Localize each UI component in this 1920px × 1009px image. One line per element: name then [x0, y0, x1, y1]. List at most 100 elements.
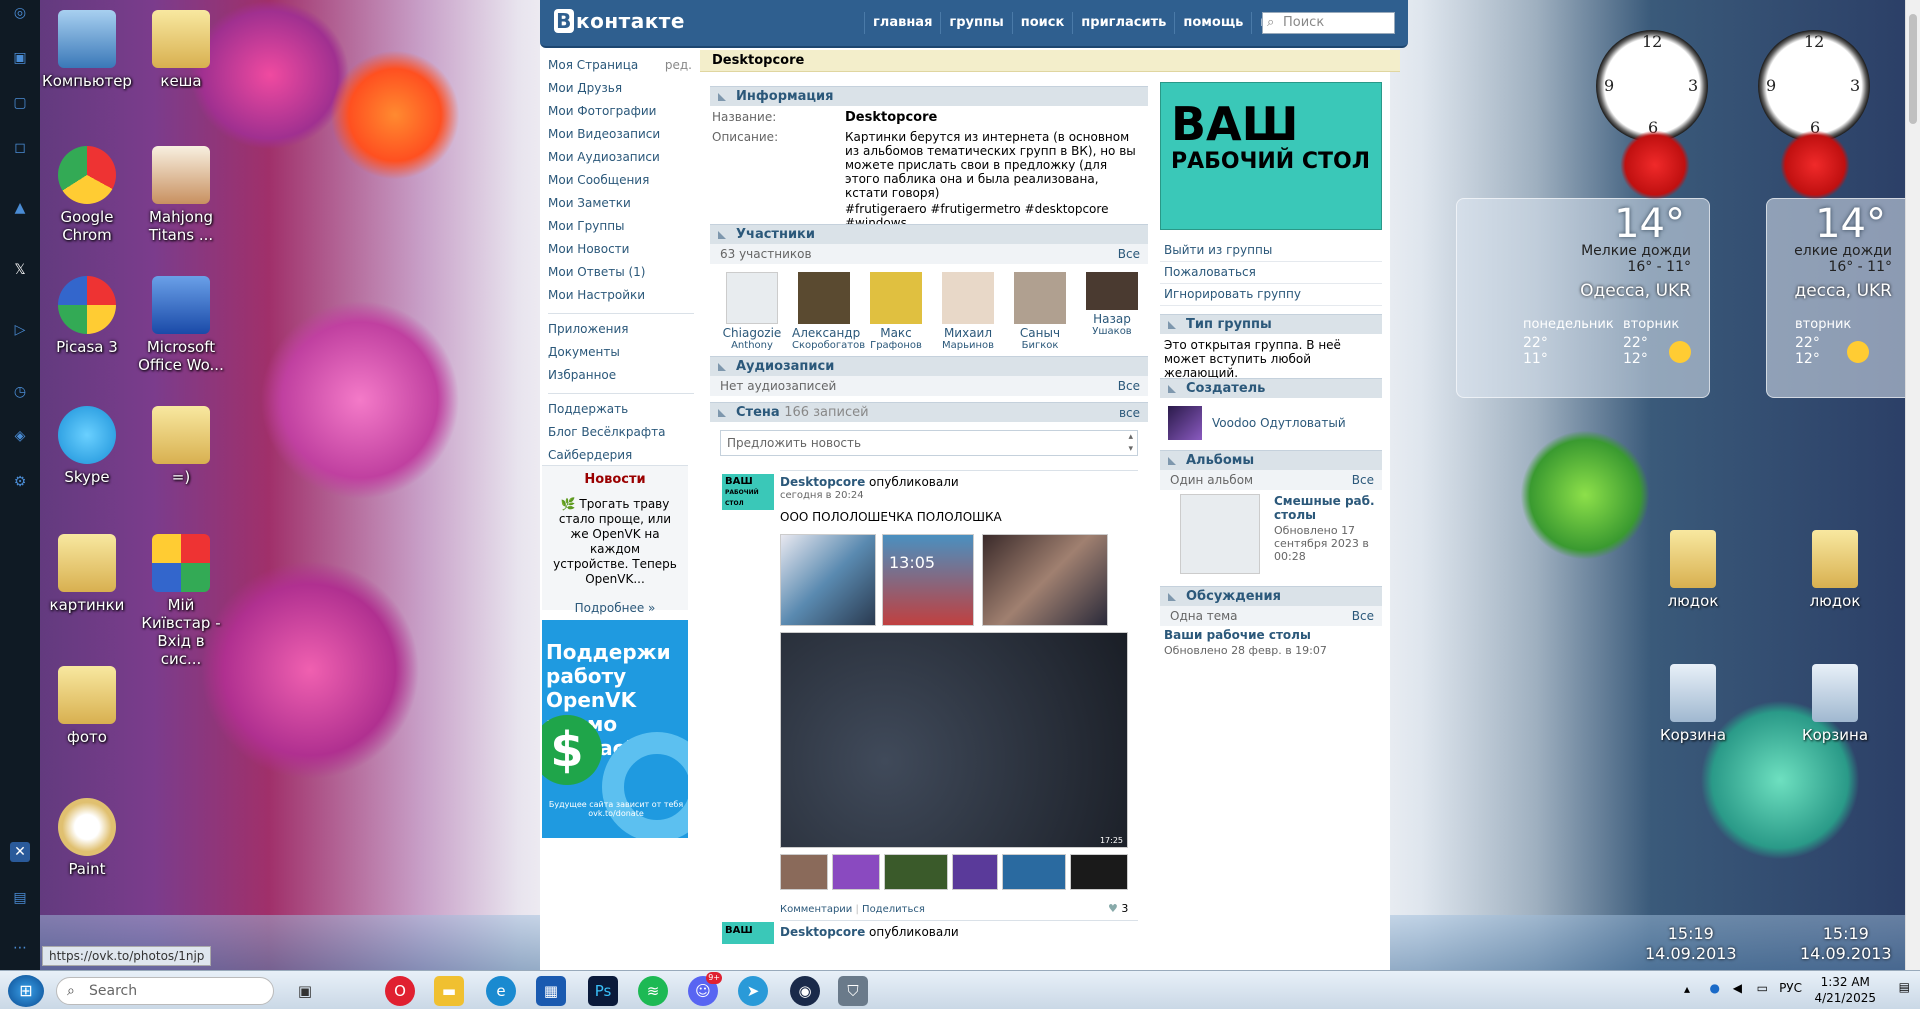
members-header[interactable]: Участники	[710, 224, 1148, 244]
more-icon[interactable]: ⋯	[10, 938, 30, 958]
album-item[interactable]: Смешные раб. столы Обновлено 17 сентября…	[1160, 490, 1382, 586]
spotify-icon[interactable]: ≋	[638, 976, 668, 1006]
desktop-icon-folder2[interactable]: =)	[136, 406, 226, 486]
post-avatar[interactable]: ВАШ	[722, 922, 774, 944]
clock-gadget[interactable]: 12 3 6 9	[1596, 30, 1708, 142]
language-indicator[interactable]: РУС	[1779, 981, 1802, 995]
post-image[interactable]: 13:05	[882, 534, 974, 626]
member[interactable]: Михаил Марьинов	[936, 272, 1000, 351]
taskbar-search[interactable]: ⌕ Search	[56, 977, 274, 1005]
menu-answers[interactable]: Мои Ответы (1)	[548, 263, 694, 286]
desktop-icon-mahjong[interactable]: Mahjong Titans ...	[136, 146, 226, 244]
post-image[interactable]	[1002, 854, 1066, 890]
instagram-icon[interactable]: ◻	[10, 138, 30, 158]
group-cover[interactable]: ВАШ РАБОЧИЙ СТОЛ	[1160, 82, 1382, 230]
albums-header[interactable]: Альбомы	[1160, 450, 1382, 470]
app-icon[interactable]: ◎	[10, 3, 30, 23]
page-scrollbar[interactable]	[1905, 0, 1920, 970]
menu-favorites[interactable]: Избранное	[548, 366, 694, 389]
menu-blog[interactable]: Блог Весёлкрафта	[548, 423, 694, 446]
info-header[interactable]: Информация	[710, 86, 1148, 106]
task-view-icon[interactable]: ▣	[290, 976, 320, 1006]
nav-home[interactable]: главная	[864, 12, 940, 34]
donate-banner[interactable]: Поддержи работу OpenVK прямо сейчас! $ Б…	[542, 620, 688, 838]
menu-apps[interactable]: Приложения	[548, 320, 694, 343]
menu-my-page[interactable]: Моя Страница ред.	[548, 56, 694, 79]
post-image[interactable]	[780, 534, 876, 626]
weather-gadget-2[interactable]: 14° елкие дожди 16° - 11° десса, UKR втор…	[1766, 198, 1906, 398]
desktop-icon-picasa[interactable]: Picasa 3	[42, 276, 132, 356]
member[interactable]: Макс Графонов	[864, 272, 928, 351]
menu-messages[interactable]: Мои Сообщения	[548, 171, 694, 194]
shop-icon[interactable]: ▣	[10, 48, 30, 68]
post-image[interactable]	[952, 854, 998, 890]
post-image-large[interactable]: 17:25	[780, 632, 1128, 848]
post-author[interactable]: Desktopcore	[780, 475, 865, 489]
discussions-all-link[interactable]: Все	[1352, 606, 1374, 626]
nav-help[interactable]: помощь	[1174, 12, 1251, 34]
desktop-icon-skype[interactable]: Skype	[42, 406, 132, 486]
desktop-icon-chrome[interactable]: Google Chrom	[42, 146, 132, 244]
scrollbar-thumb[interactable]	[1909, 14, 1917, 124]
discussion-name[interactable]: Ваши рабочие столы	[1160, 626, 1382, 644]
wall-all-link[interactable]: все	[1119, 403, 1140, 423]
desktop-icon-computer[interactable]: Компьютер	[42, 10, 132, 90]
albums-all-link[interactable]: Все	[1352, 470, 1374, 490]
menu-support[interactable]: Поддержать	[548, 400, 694, 423]
discussions-header[interactable]: Обсуждения	[1160, 586, 1382, 606]
post-image[interactable]	[884, 854, 948, 890]
menu-notes[interactable]: Мои Заметки	[548, 194, 694, 217]
image-icon[interactable]: ▤	[10, 888, 30, 908]
desktop-icon-paint[interactable]: Paint	[42, 798, 132, 878]
desktop-icon-folder[interactable]: кеша	[136, 10, 226, 90]
post-image[interactable]	[832, 854, 880, 890]
suggest-input[interactable]: Предложить новость ▴ ▾	[720, 430, 1138, 456]
start-button[interactable]: ⊞	[8, 975, 44, 1007]
telegram-icon[interactable]: ➤	[738, 976, 768, 1006]
twitch-icon[interactable]: ▢	[10, 93, 30, 113]
desktop-icon-photo[interactable]: фото	[42, 666, 132, 746]
post-image[interactable]	[1070, 854, 1128, 890]
desktop-icon-recycle[interactable]: Корзина	[1790, 664, 1880, 744]
network-icon[interactable]: ▭	[1757, 981, 1768, 995]
leave-group-link[interactable]: Выйти из группы	[1160, 240, 1382, 262]
desktop-icon-pictures[interactable]: картинки	[42, 534, 132, 614]
member[interactable]: Саныч Бигкок	[1008, 272, 1072, 351]
comments-link[interactable]: Комментарии	[780, 904, 852, 915]
like-button[interactable]: ♥ 3	[1108, 902, 1128, 915]
news-more-link[interactable]: Подробнее »	[542, 601, 688, 615]
post-image[interactable]	[982, 534, 1108, 626]
member[interactable]: Назар Ушаков	[1080, 272, 1144, 337]
menu-friends[interactable]: Мои Друзья	[548, 79, 694, 102]
desktop-icon-folder-right[interactable]: людок	[1790, 530, 1880, 610]
post-avatar[interactable]: ВАШ РАБОЧИЙ СТОЛ	[722, 474, 774, 510]
nav-search[interactable]: поиск	[1011, 12, 1073, 34]
report-link[interactable]: Пожаловаться	[1160, 262, 1382, 284]
opera-icon[interactable]: O	[385, 976, 415, 1006]
explorer-icon[interactable]: ▬	[434, 976, 464, 1006]
steam-icon[interactable]: ◉	[790, 976, 820, 1006]
store-icon[interactable]: ▦	[536, 976, 566, 1006]
pen-icon[interactable]: ▲	[10, 198, 30, 218]
mic-icon[interactable]: ●	[1710, 981, 1720, 995]
history-icon[interactable]: ◷	[10, 382, 30, 402]
menu-videos[interactable]: Мои Видеозаписи	[548, 125, 694, 148]
menu-groups[interactable]: Мои Группы	[548, 217, 694, 240]
desktop-icon-word[interactable]: Microsoft Office Wo...	[136, 276, 226, 374]
x-icon[interactable]: 𝕏	[10, 260, 30, 280]
ignore-group-link[interactable]: Игнорировать группу	[1160, 284, 1382, 306]
menu-settings[interactable]: Мои Настройки	[548, 286, 694, 309]
discord-icon[interactable]: ☺ 9+	[688, 972, 722, 1006]
share-link[interactable]: Поделиться	[862, 904, 925, 915]
audio-header[interactable]: Аудиозаписи	[710, 356, 1148, 376]
nav-invite[interactable]: пригласить	[1072, 12, 1174, 34]
nav-groups[interactable]: группы	[940, 12, 1011, 34]
photoshop-icon[interactable]: Ps	[588, 976, 618, 1006]
taskbar-clock[interactable]: 1:32 AM 4/21/2025	[1814, 974, 1876, 1006]
member[interactable]: Александр Скоробогатов	[792, 272, 865, 351]
play-icon[interactable]: ▷	[10, 320, 30, 340]
menu-news[interactable]: Мои Новости	[548, 240, 694, 263]
menu-audio[interactable]: Мои Аудиозаписи	[548, 148, 694, 171]
search-input[interactable]: ⌕ Поиск	[1262, 12, 1395, 34]
desktop-icon-folder-right[interactable]: людок	[1648, 530, 1738, 610]
